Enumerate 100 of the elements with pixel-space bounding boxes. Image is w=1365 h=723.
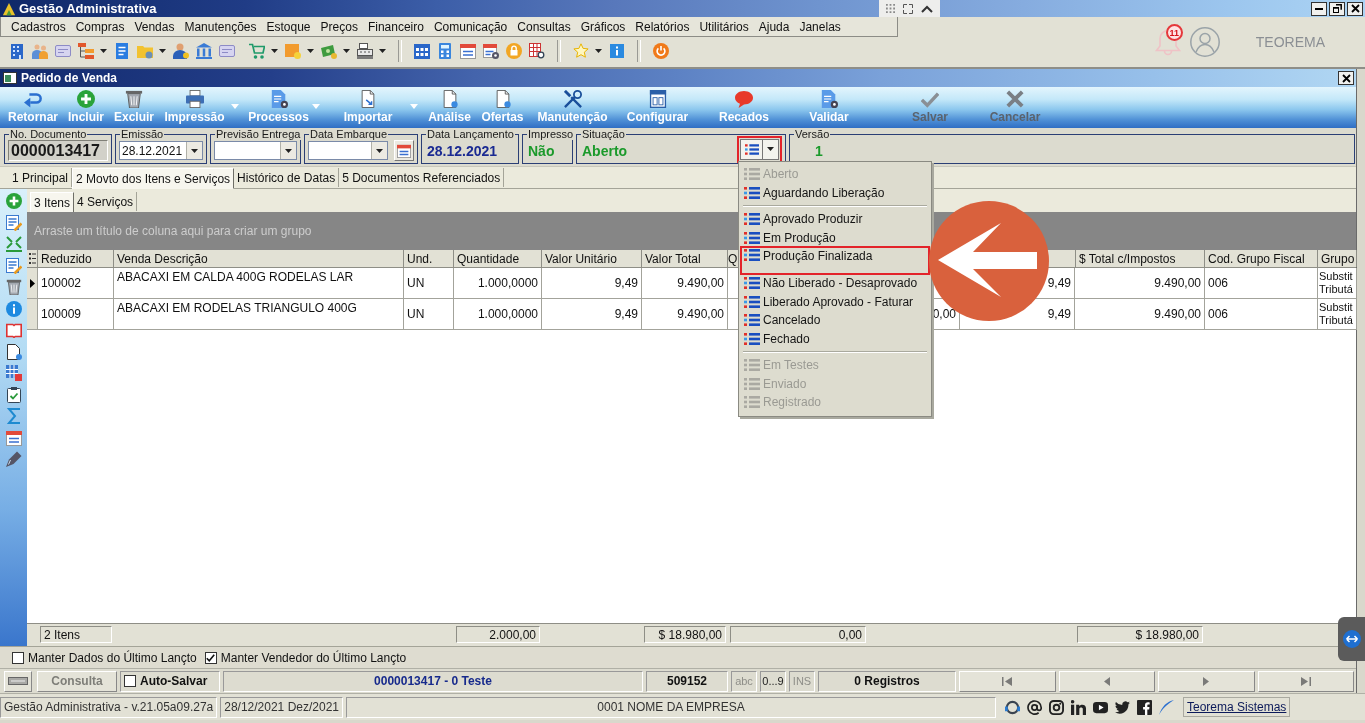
column-header[interactable]: Reduzido <box>38 250 114 267</box>
menu-item[interactable]: Compras <box>70 19 130 34</box>
calculator-icon[interactable] <box>437 43 453 59</box>
pen-icon[interactable] <box>5 451 22 467</box>
expand-icon[interactable] <box>903 3 913 14</box>
caret-icon[interactable] <box>379 49 386 53</box>
info-icon[interactable] <box>5 300 22 317</box>
menu-item[interactable]: Manutenções <box>179 19 262 34</box>
dropdown-button[interactable] <box>370 142 387 159</box>
menu-item[interactable]: Financeiro <box>362 19 429 34</box>
last-button[interactable] <box>1257 670 1354 692</box>
calendar-icon[interactable] <box>460 43 476 59</box>
menu-item[interactable]: Comunicação <box>428 19 513 34</box>
edit-document-icon[interactable] <box>5 257 22 274</box>
tab[interactable]: 3 Itens <box>30 192 75 213</box>
menu-option[interactable]: Em Produção <box>741 228 929 247</box>
people-icon[interactable] <box>32 43 48 59</box>
menu-option[interactable]: Fechado <box>741 329 929 348</box>
menu-option[interactable]: Não Liberado - Desaprovado <box>741 274 929 293</box>
menu-item[interactable]: Ajuda <box>753 19 795 34</box>
caret-icon[interactable] <box>159 49 166 53</box>
calendar-icon[interactable] <box>414 43 430 59</box>
book-icon[interactable] <box>5 322 22 338</box>
tab[interactable]: 2 Movto dos Itens e Serviços <box>72 168 235 189</box>
info-icon[interactable] <box>609 43 625 59</box>
document-icon[interactable] <box>5 343 22 360</box>
column-header[interactable]: Cod. Grupo Fiscal <box>1205 250 1318 267</box>
at-sign-icon[interactable] <box>1027 699 1042 715</box>
column-header[interactable]: Quantidade <box>454 250 542 267</box>
bell-icon[interactable] <box>1153 28 1182 56</box>
building-icon[interactable] <box>9 43 25 59</box>
money-icon[interactable] <box>321 43 337 59</box>
caret-icon[interactable] <box>307 49 314 53</box>
column-header[interactable]: Und. <box>404 250 454 267</box>
header-corner[interactable] <box>27 250 38 267</box>
checkbox[interactable] <box>124 675 136 687</box>
menu-item[interactable]: Utilitários <box>694 19 754 34</box>
menu-option[interactable]: Produção Finalizada <box>741 247 929 274</box>
grip-icon[interactable] <box>886 4 895 13</box>
menu-item[interactable]: Janelas <box>794 19 846 34</box>
next-button[interactable] <box>1158 670 1255 692</box>
caret-icon[interactable] <box>343 49 350 53</box>
table-icon[interactable] <box>5 365 22 381</box>
restore-button[interactable] <box>1329 1 1345 16</box>
menu-item[interactable]: Estoque <box>261 19 316 34</box>
person-icon[interactable] <box>173 43 189 59</box>
facebook-icon[interactable] <box>1137 699 1152 715</box>
column-header[interactable]: $ Total c/Impostos <box>1075 250 1205 267</box>
dropdown-button[interactable] <box>280 142 296 159</box>
dropdown-button[interactable] <box>186 142 202 159</box>
calendar-button[interactable] <box>393 140 414 161</box>
menu-option[interactable]: Aprovado Produzir <box>741 210 929 229</box>
collapse-arrows-icon[interactable] <box>5 236 22 252</box>
row-indicator[interactable] <box>27 268 38 299</box>
checkbox[interactable] <box>204 651 217 664</box>
website-link[interactable]: Teorema Sistemas <box>1183 697 1291 717</box>
twitter-icon[interactable] <box>1115 699 1130 715</box>
caret-icon[interactable] <box>100 49 107 53</box>
tab[interactable]: Histórico de Datas <box>234 168 340 187</box>
column-header[interactable]: Valor Unitário <box>542 250 642 267</box>
menu-item[interactable]: Cadastros <box>6 19 71 34</box>
first-button[interactable] <box>959 670 1056 692</box>
caret-icon[interactable] <box>595 49 602 53</box>
close-button[interactable] <box>1338 71 1354 85</box>
menu-item[interactable]: Consultas <box>512 19 576 34</box>
menu-item[interactable]: Relatórios <box>630 19 695 34</box>
keyboard-button[interactable] <box>4 670 32 692</box>
power-icon[interactable] <box>653 43 669 59</box>
calendar-icon[interactable] <box>5 429 22 446</box>
clipboard-check-icon[interactable] <box>5 386 22 403</box>
close-button[interactable] <box>1347 1 1363 16</box>
hierarchy-icon[interactable] <box>78 43 94 59</box>
date-dropdown[interactable]: 28.12.2021 <box>119 141 203 160</box>
calendar-gear-icon[interactable] <box>483 43 499 59</box>
column-header[interactable]: Grupo <box>1318 250 1357 267</box>
checkbox[interactable] <box>12 651 24 664</box>
side-panel-tab[interactable] <box>1338 617 1365 661</box>
headset-icon[interactable] <box>1005 699 1020 715</box>
star-icon[interactable] <box>573 43 589 59</box>
menu-item[interactable]: Vendas <box>129 19 180 34</box>
trash-icon[interactable] <box>5 279 22 295</box>
linkedin-icon[interactable] <box>1071 699 1086 715</box>
menu-item[interactable]: Gráficos <box>575 19 631 34</box>
tab[interactable]: 4 Serviços <box>74 192 138 211</box>
youtube-icon[interactable] <box>1093 699 1108 715</box>
edit-document-icon[interactable] <box>5 214 22 231</box>
chevron-up-icon[interactable] <box>921 4 933 13</box>
column-header[interactable]: Valor Total <box>642 250 728 267</box>
bank-icon[interactable] <box>196 43 212 59</box>
menu-option[interactable]: Aguardando Liberação <box>741 183 929 202</box>
previous-button[interactable] <box>1058 670 1155 692</box>
column-header[interactable]: Venda Descrição <box>114 250 404 267</box>
folder-icon[interactable] <box>137 43 153 59</box>
feather-logo-icon[interactable] <box>1159 699 1174 715</box>
caret-icon[interactable] <box>271 49 278 53</box>
menu-item[interactable]: Preços <box>315 19 363 34</box>
cash-register-icon[interactable] <box>357 43 373 59</box>
minimize-button[interactable] <box>1311 1 1327 16</box>
table-search-icon[interactable] <box>529 43 545 59</box>
instagram-icon[interactable] <box>1049 699 1064 715</box>
